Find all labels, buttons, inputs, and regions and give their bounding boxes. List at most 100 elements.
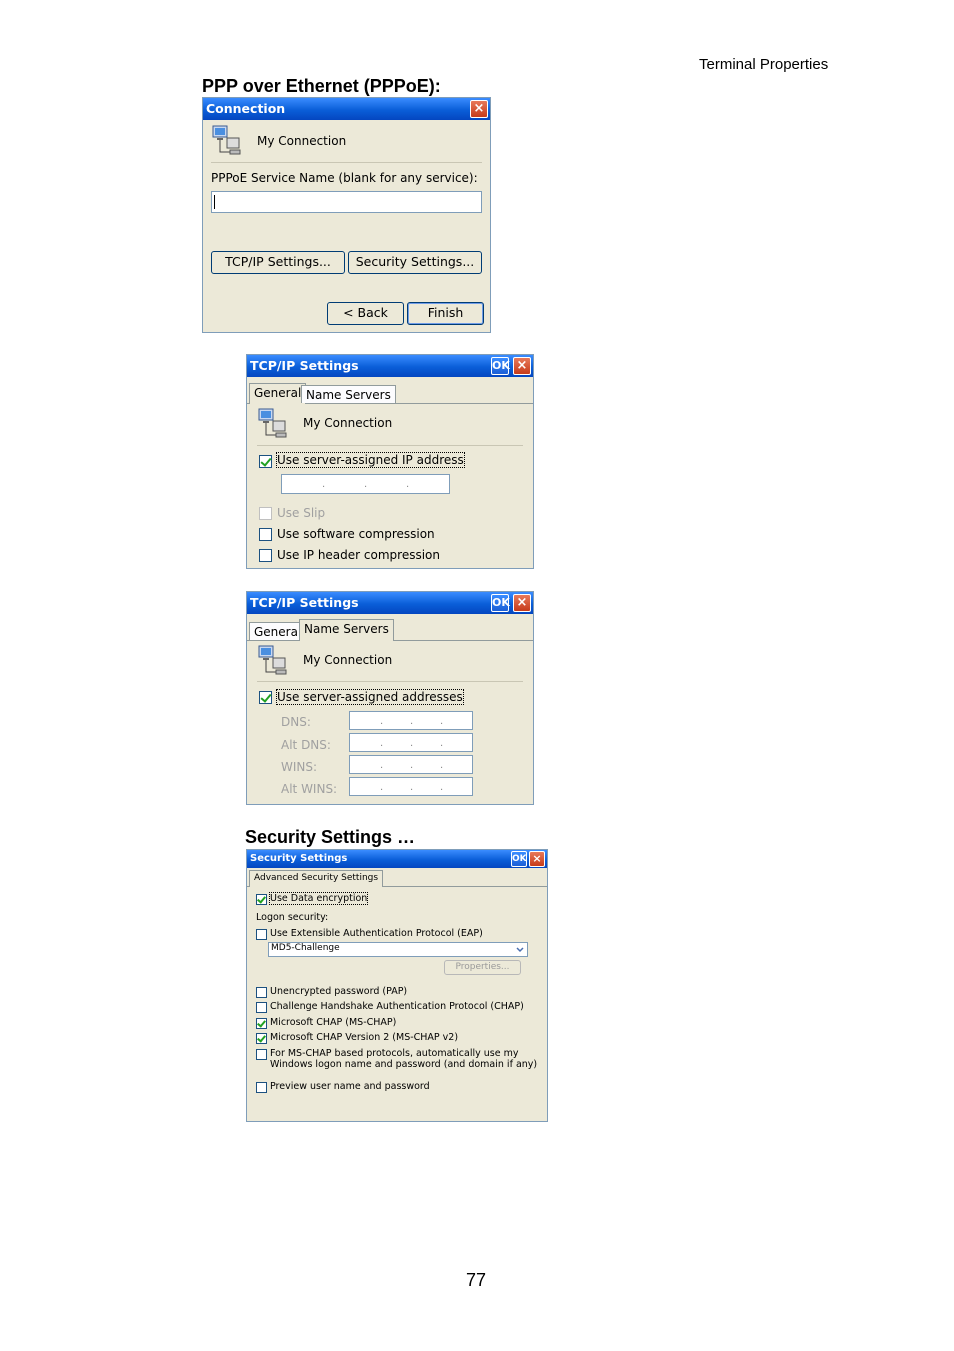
eap-checkbox[interactable] xyxy=(256,929,267,940)
connection-name: My Connection xyxy=(303,416,393,430)
wins-label: WINS: xyxy=(281,760,318,774)
connection-dialog: Connection × My Connection PPPoE Service… xyxy=(202,97,491,333)
data-encryption-checkbox[interactable] xyxy=(256,894,267,905)
auto-logon-label-line2[interactable]: Windows logon name and password (and dom… xyxy=(270,1059,537,1070)
ip-separator: . xyxy=(380,716,384,727)
ip-separator: . xyxy=(380,738,384,749)
auto-logon-checkbox[interactable] xyxy=(256,1049,267,1060)
tab-name-servers[interactable]: Name Servers xyxy=(301,385,396,403)
auto-logon-label-line1[interactable]: For MS-CHAP based protocols, automatical… xyxy=(270,1048,518,1059)
separator xyxy=(257,681,523,682)
ip-header-compression-label[interactable]: Use IP header compression xyxy=(277,548,440,562)
close-button[interactable]: × xyxy=(529,851,545,867)
titlebar: TCP/IP Settings OK × xyxy=(247,592,533,614)
back-button[interactable]: < Back xyxy=(327,302,404,325)
section-title-pppoe: PPP over Ethernet (PPPoE): xyxy=(202,76,441,96)
use-server-ip-checkbox[interactable] xyxy=(259,455,272,468)
window-title: Security Settings xyxy=(250,853,348,864)
preview-checkbox[interactable] xyxy=(256,1082,267,1093)
ip-separator: . xyxy=(380,782,384,793)
alt-dns-label: Alt DNS: xyxy=(281,738,331,752)
tab-name-servers[interactable]: Name Servers xyxy=(299,619,394,641)
logon-security-label: Logon security: xyxy=(256,912,329,923)
properties-button[interactable]: Properties... xyxy=(444,960,521,975)
ip-separator: . xyxy=(440,782,444,793)
window-title: TCP/IP Settings xyxy=(250,595,359,610)
ip-separator: . xyxy=(410,782,414,793)
titlebar: TCP/IP Settings OK × xyxy=(247,355,533,377)
ip-separator: . xyxy=(440,760,444,771)
wins-field[interactable]: . . . xyxy=(349,755,473,774)
alt-dns-field[interactable]: . . . xyxy=(349,733,473,752)
use-slip-checkbox[interactable] xyxy=(259,507,272,520)
section-title-security: Security Settings … xyxy=(245,827,416,847)
eap-method-select[interactable]: MD5-Challenge xyxy=(268,942,528,957)
dns-label: DNS: xyxy=(281,715,311,729)
tab-general[interactable]: General xyxy=(249,622,307,640)
network-connection-icon xyxy=(258,645,287,675)
connection-name: My Connection xyxy=(303,653,393,667)
page-header: Terminal Properties xyxy=(699,56,829,73)
ip-separator: . xyxy=(364,479,368,490)
eap-label[interactable]: Use Extensible Authentication Protocol (… xyxy=(270,928,483,939)
ip-separator: . xyxy=(406,479,410,490)
pap-label[interactable]: Unencrypted password (PAP) xyxy=(270,986,407,997)
use-server-ip-label[interactable]: Use server-assigned IP address xyxy=(276,452,465,468)
use-server-addresses-checkbox[interactable] xyxy=(259,691,272,704)
close-button[interactable]: × xyxy=(513,594,531,612)
ok-button[interactable]: OK xyxy=(511,851,527,867)
security-settings-dialog: Security Settings OK × Advanced Security… xyxy=(246,849,548,1122)
ip-separator: . xyxy=(410,716,414,727)
connection-name: My Connection xyxy=(257,134,347,148)
ok-button[interactable]: OK xyxy=(491,357,510,375)
security-settings-button[interactable]: Security Settings... xyxy=(348,251,482,274)
ok-button[interactable]: OK xyxy=(491,594,510,612)
eap-method-value: MD5-Challenge xyxy=(271,943,340,953)
titlebar: Connection × xyxy=(203,98,490,120)
titlebar: Security Settings OK × xyxy=(247,850,547,868)
ms-chap-v2-label[interactable]: Microsoft CHAP Version 2 (MS-CHAP v2) xyxy=(270,1032,458,1043)
tcpip-settings-button[interactable]: TCP/IP Settings... xyxy=(211,251,345,274)
use-slip-label: Use Slip xyxy=(277,506,326,520)
page-number: 77 xyxy=(466,1270,487,1290)
tab-advanced-security[interactable]: Advanced Security Settings xyxy=(249,870,384,887)
network-connection-icon xyxy=(212,125,241,155)
network-connection-icon xyxy=(258,408,287,438)
close-button[interactable]: × xyxy=(513,357,531,375)
chevron-down-icon xyxy=(516,947,524,953)
ip-separator: . xyxy=(440,738,444,749)
preview-label[interactable]: Preview user name and password xyxy=(270,1081,430,1092)
software-compression-checkbox[interactable] xyxy=(259,528,272,541)
software-compression-label[interactable]: Use software compression xyxy=(277,527,435,541)
window-title: Connection xyxy=(206,101,286,116)
text-cursor xyxy=(214,195,215,209)
ms-chap-label[interactable]: Microsoft CHAP (MS-CHAP) xyxy=(270,1017,396,1028)
ip-address-field[interactable]: . . . xyxy=(281,474,450,494)
finish-button[interactable]: Finish xyxy=(407,302,484,325)
data-encryption-label[interactable]: Use Data encryption xyxy=(268,892,369,905)
window-title: TCP/IP Settings xyxy=(250,358,359,373)
separator xyxy=(211,162,482,163)
separator xyxy=(257,445,523,446)
service-name-label: PPPoE Service Name (blank for any servic… xyxy=(211,171,478,185)
chap-label[interactable]: Challenge Handshake Authentication Proto… xyxy=(270,1001,524,1012)
alt-wins-label: Alt WINS: xyxy=(281,782,338,796)
ip-separator: . xyxy=(440,716,444,727)
chap-checkbox[interactable] xyxy=(256,1002,267,1013)
ms-chap-checkbox[interactable] xyxy=(256,1018,267,1029)
service-name-input[interactable] xyxy=(211,191,482,213)
use-server-addresses-label[interactable]: Use server-assigned addresses xyxy=(276,689,464,705)
dns-field[interactable]: . . . xyxy=(349,711,473,730)
ip-header-compression-checkbox[interactable] xyxy=(259,549,272,562)
ip-separator: . xyxy=(410,760,414,771)
alt-wins-field[interactable]: . . . xyxy=(349,777,473,796)
ip-separator: . xyxy=(410,738,414,749)
tcpip-general-dialog: TCP/IP Settings OK × General Name Server… xyxy=(246,354,534,569)
ip-separator: . xyxy=(322,479,326,490)
close-button[interactable]: × xyxy=(470,100,488,118)
tab-general[interactable]: General xyxy=(249,383,307,404)
pap-checkbox[interactable] xyxy=(256,987,267,998)
ms-chap-v2-checkbox[interactable] xyxy=(256,1033,267,1044)
ip-separator: . xyxy=(380,760,384,771)
tcpip-nameservers-dialog: TCP/IP Settings OK × General Name Server… xyxy=(246,591,534,805)
